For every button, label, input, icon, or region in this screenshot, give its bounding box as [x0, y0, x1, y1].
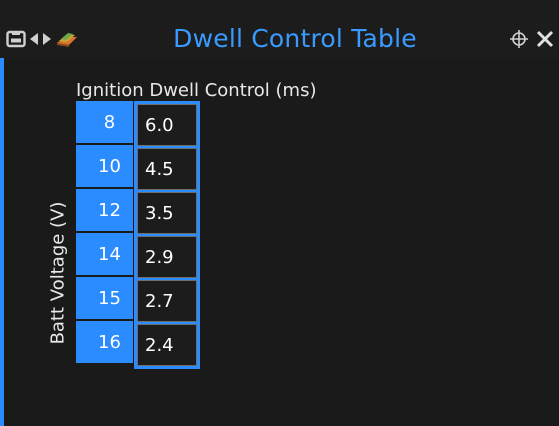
table-title: Ignition Dwell Control (ms) — [76, 80, 317, 101]
titlebar-controls — [509, 24, 555, 54]
voltage-cell[interactable]: 16 — [76, 321, 133, 365]
voltage-cell[interactable]: 15 — [76, 277, 133, 321]
arrow-right-icon[interactable] — [42, 29, 52, 49]
voltage-cell[interactable]: 10 — [76, 145, 133, 189]
close-icon[interactable] — [535, 29, 555, 49]
dwell-value-cell[interactable]: 4.5 — [137, 148, 197, 190]
dwell-value-cell[interactable]: 2.7 — [137, 280, 197, 322]
window-title: Dwell Control Table — [173, 24, 417, 53]
3d-view-icon[interactable] — [55, 29, 79, 49]
titlebar: Dwell Control Table — [0, 0, 559, 58]
voltage-cell[interactable]: 12 — [76, 189, 133, 233]
voltage-cell[interactable]: 8 — [76, 101, 133, 145]
dwell-value-cell[interactable]: 6.0 — [137, 104, 197, 146]
dwell-value-cell[interactable]: 3.5 — [137, 192, 197, 234]
save-icon[interactable] — [6, 29, 26, 49]
dwell-value-cell[interactable]: 2.9 — [137, 236, 197, 278]
voltage-axis-column: 8 10 12 14 15 16 — [76, 101, 133, 365]
y-axis-label: Batt Voltage (V) — [47, 201, 69, 345]
table-panel: Ignition Dwell Control (ms) Batt Voltage… — [0, 58, 559, 426]
dwell-control-window: Dwell Control Table Ignition Dwell Contr… — [0, 0, 559, 426]
y-axis-label-container: Batt Voltage (V) — [38, 158, 78, 388]
dwell-value-column: 6.0 4.5 3.5 2.9 2.7 2.4 — [134, 101, 200, 369]
voltage-cell[interactable]: 14 — [76, 233, 133, 277]
titlebar-toolbar — [6, 25, 79, 53]
dwell-value-cell[interactable]: 2.4 — [137, 324, 197, 366]
arrow-left-icon[interactable] — [29, 29, 39, 49]
move-icon[interactable] — [509, 29, 529, 49]
